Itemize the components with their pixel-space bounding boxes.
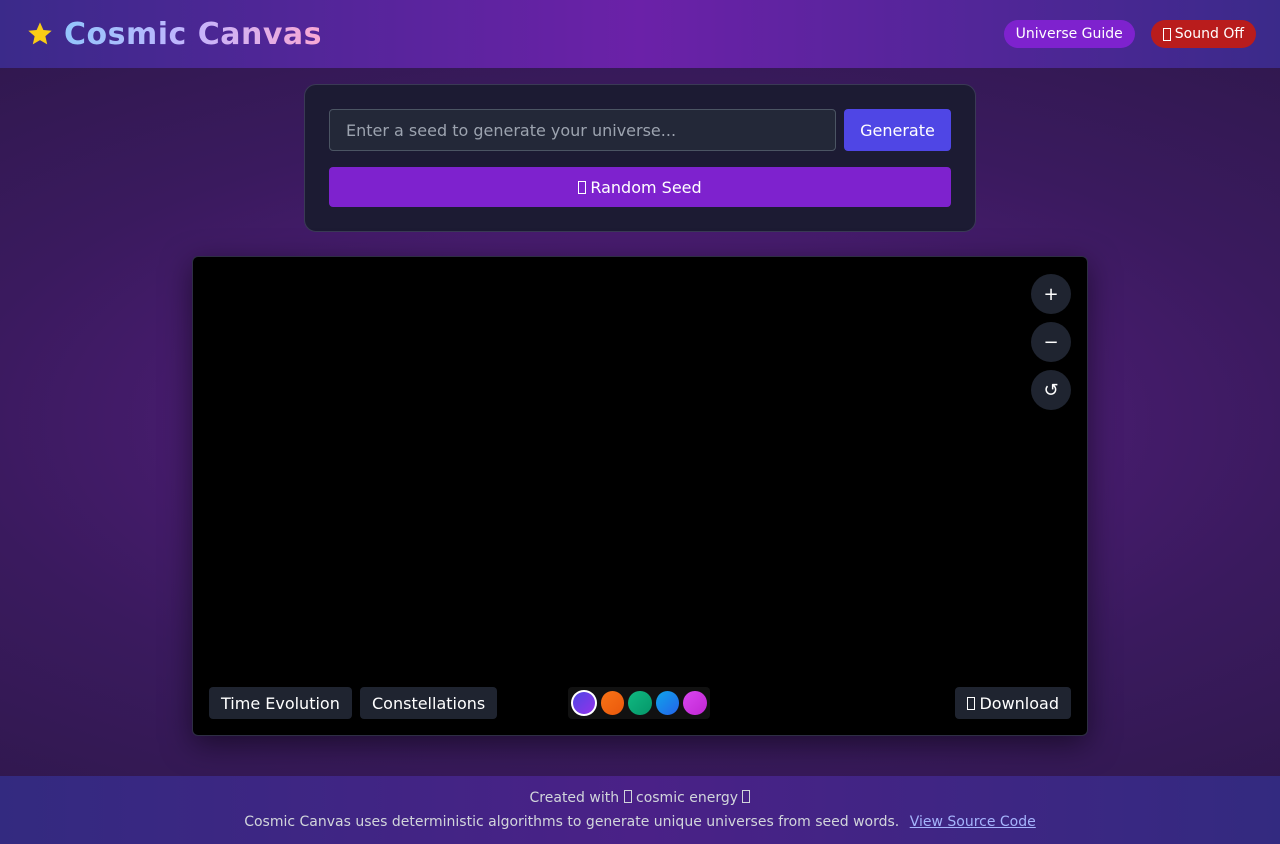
footer-description-line: Cosmic Canvas uses deterministic algorit… [0, 814, 1280, 830]
random-seed-label: Random Seed [590, 177, 702, 197]
zoom-controls: + − ↺ [1031, 274, 1071, 410]
universe-guide-label: Universe Guide [1015, 26, 1123, 42]
sound-toggle-label: Sound Off [1174, 26, 1244, 42]
seed-panel: Generate Random Seed [304, 84, 976, 232]
footer: Created with cosmic energy Cosmic Canvas… [0, 776, 1280, 844]
palette-swatch-magenta[interactable] [683, 691, 707, 715]
universe-guide-button[interactable]: Universe Guide [1003, 20, 1135, 48]
time-evolution-button[interactable]: Time Evolution [209, 687, 352, 719]
constellations-button[interactable]: Constellations [360, 687, 498, 719]
footer-credit: Created with cosmic energy [0, 790, 1280, 806]
palette-swatch-orange[interactable] [600, 691, 625, 715]
sparkle-icon [742, 790, 751, 803]
zoom-out-button[interactable]: − [1031, 322, 1071, 362]
palette-picker [568, 687, 710, 719]
palette-swatch-blue[interactable] [655, 691, 680, 715]
zoom-in-button[interactable]: + [1031, 274, 1071, 314]
footer-credit-middle: cosmic energy [636, 790, 739, 806]
generate-button[interactable]: Generate [844, 109, 951, 151]
heart-icon [623, 790, 632, 803]
palette-swatch-green[interactable] [628, 691, 652, 715]
footer-description: Cosmic Canvas uses deterministic algorit… [244, 814, 900, 830]
download-label: Download [979, 693, 1059, 713]
seed-input[interactable] [329, 109, 836, 151]
footer-credit-prefix: Created with [529, 790, 620, 806]
top-bar: Cosmic Canvas Universe Guide Sound Off [0, 0, 1280, 68]
download-button[interactable]: Download [955, 687, 1071, 719]
speaker-muted-icon [1162, 27, 1171, 41]
reset-view-button[interactable]: ↺ [1031, 370, 1071, 410]
palette-swatch-indigo-purple[interactable] [571, 690, 597, 716]
download-icon [967, 696, 976, 710]
dice-icon [578, 180, 587, 194]
random-seed-button[interactable]: Random Seed [329, 167, 951, 207]
view-source-link[interactable]: View Source Code [910, 814, 1036, 830]
canvas-toolbar: Time Evolution Constellations Download [209, 687, 1071, 719]
universe-canvas[interactable]: + − ↺ Time Evolution Constellations Down… [192, 256, 1088, 736]
star-icon [26, 20, 54, 48]
brand: Cosmic Canvas [26, 17, 322, 52]
sound-toggle-button[interactable]: Sound Off [1150, 20, 1256, 48]
app-title: Cosmic Canvas [64, 16, 323, 52]
